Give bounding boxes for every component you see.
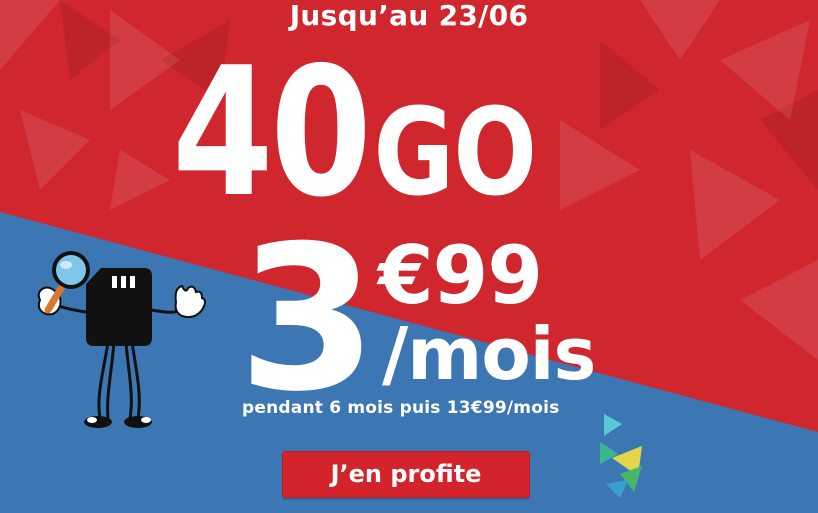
price-condition: pendant 6 mois puis 13€99/mois [242,398,560,418]
sim-card-mascot-icon [37,251,206,428]
price-integer: 3 [238,203,377,436]
data-allowance: 40GO [172,44,537,223]
data-amount-unit: GO [373,84,537,223]
price-decimals: €99 [378,229,543,322]
cta-button[interactable]: J’en profite [282,451,530,498]
offer-deadline: Jusqu’au 23/06 [289,0,529,32]
price-period: /mois [382,312,596,396]
promo-banner[interactable]: Jusqu’au 23/06 40GO 3 €99 /mois pendant … [0,0,818,513]
triangle-brand-logo-icon [600,414,642,498]
